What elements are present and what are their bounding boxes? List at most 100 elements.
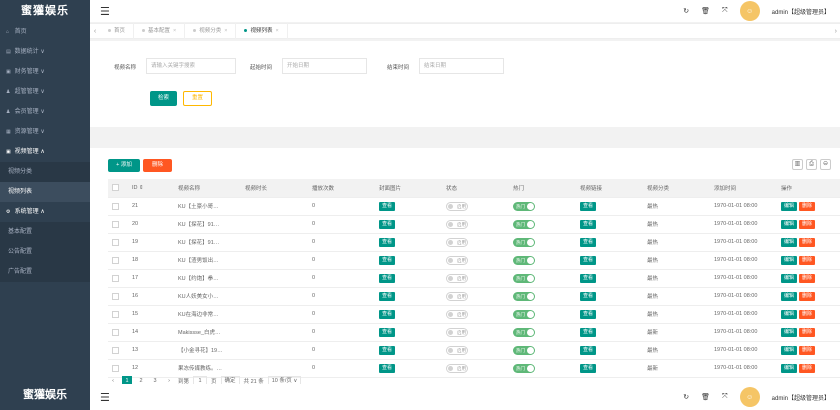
row-select[interactable] <box>108 251 128 270</box>
sidebar-subitem-video-list[interactable]: 视频列表 <box>0 182 90 202</box>
user-name[interactable]: admin【超级管理员】 <box>772 7 830 16</box>
view-link-button[interactable]: 查看 <box>580 219 597 229</box>
sidebar-item-user[interactable]: ♟ 超管管理 ∨ <box>0 82 90 102</box>
sidebar-subitem-notice-config[interactable]: 公告配置 <box>0 242 90 262</box>
delete-button[interactable]: 删除 <box>799 273 816 283</box>
user-name[interactable]: admin【超级管理员】 <box>772 393 830 402</box>
sidebar-subitem-ad-config[interactable]: 广告配置 <box>0 262 90 282</box>
status-toggle[interactable]: 启用 <box>446 273 468 283</box>
view-cover-button[interactable]: 查看 <box>379 219 396 229</box>
trash-icon[interactable]: 🗑 <box>701 7 710 15</box>
row-checkbox[interactable] <box>112 274 119 282</box>
hot-toggle[interactable]: 热门 <box>513 219 535 229</box>
view-cover-button[interactable]: 查看 <box>379 309 396 319</box>
reset-button[interactable]: 重置 <box>183 91 212 106</box>
batch-delete-button[interactable]: 删除 <box>143 159 172 172</box>
menu-toggle-icon[interactable]: ☰ <box>100 391 110 404</box>
sidebar-item-video[interactable]: ▣ 视频管理 ∧ <box>0 142 90 162</box>
delete-button[interactable]: 删除 <box>799 345 816 355</box>
menu-toggle-icon[interactable]: ☰ <box>100 5 110 18</box>
tab-item[interactable]: 视频列表 × <box>236 23 288 39</box>
row-select[interactable] <box>108 215 128 234</box>
view-link-button[interactable]: 查看 <box>580 309 597 319</box>
tab-next-icon[interactable]: › <box>835 24 837 40</box>
view-cover-button[interactable]: 查看 <box>379 345 396 355</box>
sidebar-item-wallet[interactable]: ▣ 财务管理 ∨ <box>0 62 90 82</box>
view-cover-button[interactable]: 查看 <box>379 201 396 211</box>
sidebar-subitem-video-category[interactable]: 视频分类 <box>0 162 90 182</box>
row-checkbox[interactable] <box>112 220 119 228</box>
select-all-checkbox[interactable] <box>108 179 128 198</box>
edit-button[interactable]: 编辑 <box>781 327 798 337</box>
tab-item[interactable]: 视频分类 × <box>185 23 237 39</box>
row-select[interactable] <box>108 233 128 252</box>
hot-toggle[interactable]: 热门 <box>513 273 535 283</box>
fullscreen-icon[interactable]: ⤧ <box>722 7 728 15</box>
close-icon[interactable]: × <box>173 28 176 34</box>
hot-toggle[interactable]: 热门 <box>513 363 535 373</box>
hot-toggle[interactable]: 热门 <box>513 255 535 265</box>
delete-button[interactable]: 删除 <box>799 291 816 301</box>
delete-button[interactable]: 删除 <box>799 255 816 265</box>
hot-toggle[interactable]: 热门 <box>513 291 535 301</box>
edit-button[interactable]: 编辑 <box>781 237 798 247</box>
delete-button[interactable]: 删除 <box>799 309 816 319</box>
edit-button[interactable]: 编辑 <box>781 273 798 283</box>
hot-toggle[interactable]: 热门 <box>513 327 535 337</box>
row-select[interactable] <box>108 305 128 324</box>
delete-button[interactable]: 删除 <box>799 363 816 373</box>
row-checkbox[interactable] <box>112 328 119 336</box>
row-select[interactable] <box>108 287 128 306</box>
sidebar-subitem-basic-config[interactable]: 基本配置 <box>0 222 90 242</box>
hot-toggle[interactable]: 热门 <box>513 201 535 211</box>
view-cover-button[interactable]: 查看 <box>379 327 396 337</box>
tab-prev-icon[interactable]: ‹ <box>90 28 100 35</box>
delete-button[interactable]: 删除 <box>799 219 816 229</box>
sidebar-item-home[interactable]: ⌂ 首页 <box>0 22 90 42</box>
status-toggle[interactable]: 启用 <box>446 309 468 319</box>
hot-toggle[interactable]: 热门 <box>513 237 535 247</box>
row-select[interactable] <box>108 359 128 378</box>
row-checkbox[interactable] <box>112 238 119 246</box>
row-checkbox[interactable] <box>112 256 119 264</box>
sidebar-item-folder[interactable]: ▦ 资源管理 ∨ <box>0 122 90 142</box>
view-link-button[interactable]: 查看 <box>580 363 597 373</box>
edit-button[interactable]: 编辑 <box>781 255 798 265</box>
row-checkbox[interactable] <box>112 346 119 354</box>
view-cover-button[interactable]: 查看 <box>379 273 396 283</box>
view-cover-button[interactable]: 查看 <box>379 237 396 247</box>
checkbox[interactable] <box>112 184 119 192</box>
row-select[interactable] <box>108 269 128 288</box>
sidebar-item-chart[interactable]: ▤ 数据统计 ∨ <box>0 42 90 62</box>
export-icon[interactable]: ⊖ <box>820 159 831 170</box>
edit-button[interactable]: 编辑 <box>781 309 798 319</box>
view-link-button[interactable]: 查看 <box>580 255 597 265</box>
delete-button[interactable]: 删除 <box>799 201 816 211</box>
refresh-icon[interactable]: ↻ <box>683 7 689 15</box>
status-toggle[interactable]: 启用 <box>446 291 468 301</box>
view-cover-button[interactable]: 查看 <box>379 255 396 265</box>
hot-toggle[interactable]: 热门 <box>513 345 535 355</box>
start-date-input[interactable]: 开始日期 <box>282 58 367 74</box>
avatar[interactable]: ☺ <box>739 1 760 21</box>
refresh-icon[interactable]: ↻ <box>683 393 689 401</box>
view-link-button[interactable]: 查看 <box>580 327 597 337</box>
edit-button[interactable]: 编辑 <box>781 201 798 211</box>
columns-icon[interactable]: ▥ <box>792 159 803 170</box>
row-select[interactable] <box>108 197 128 216</box>
trash-icon[interactable]: 🗑 <box>701 393 710 401</box>
row-checkbox[interactable] <box>112 310 119 318</box>
search-button[interactable]: 检索 <box>150 91 177 106</box>
status-toggle[interactable]: 启用 <box>446 201 468 211</box>
view-cover-button[interactable]: 查看 <box>379 363 396 373</box>
print-icon[interactable]: ⎙ <box>806 159 817 170</box>
row-select[interactable] <box>108 341 128 360</box>
edit-button[interactable]: 编辑 <box>781 345 798 355</box>
status-toggle[interactable]: 启用 <box>446 255 468 265</box>
sidebar-item-users[interactable]: ♟ 会员管理 ∨ <box>0 102 90 122</box>
view-link-button[interactable]: 查看 <box>580 201 597 211</box>
avatar[interactable]: ☺ <box>739 387 760 407</box>
add-button[interactable]: + 添加 <box>108 159 140 172</box>
close-icon[interactable]: × <box>224 28 227 34</box>
row-checkbox[interactable] <box>112 202 119 210</box>
